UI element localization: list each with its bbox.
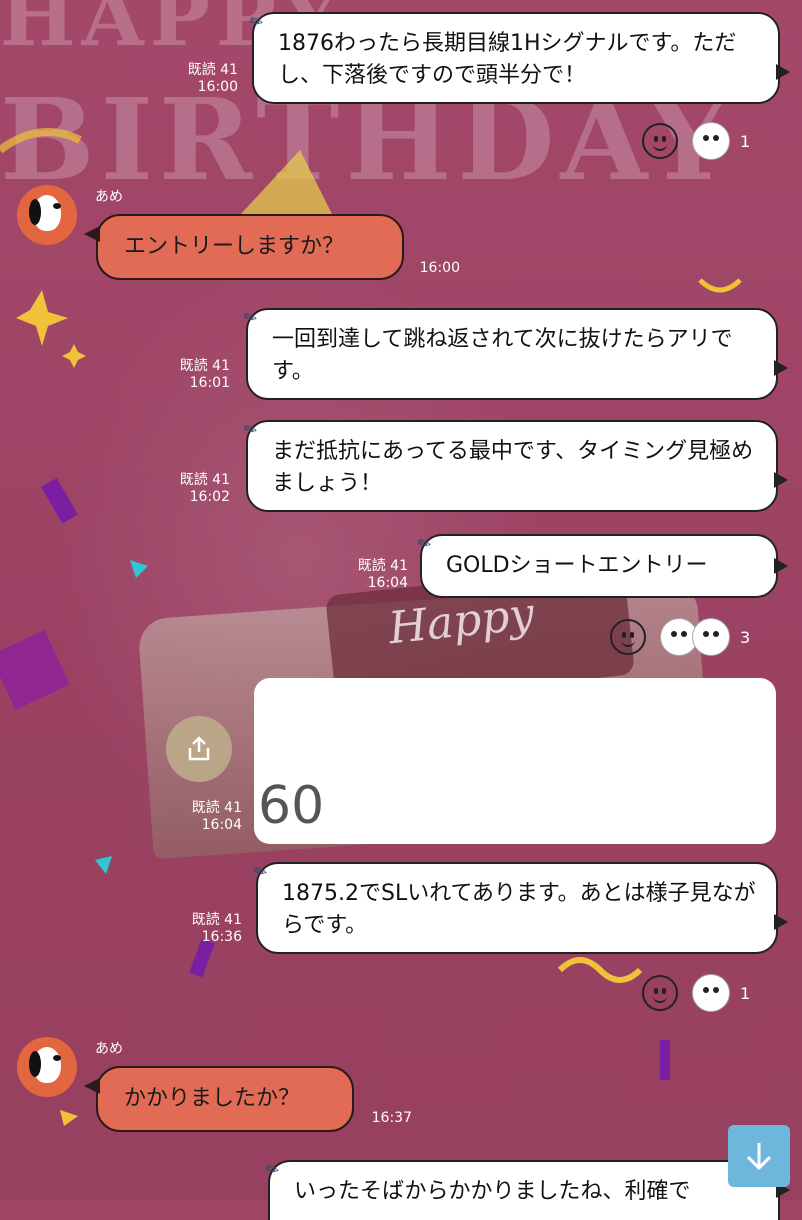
read-count-label: 既読 41 [357,558,408,574]
message-text: 1876わったら長期目線1Hシグナルです。ただし、下落後ですので頭半分で！ [278,31,737,88]
message-text: エントリーしますか？ [124,234,345,259]
message-timestamp: 16:04 [367,575,408,591]
message-read-status: 既読 41 16:00 [178,62,238,96]
message-text: まだ抵抗にあってる最中です、タイミング見極めましょう！ [272,439,754,496]
scroll-to-bottom-button[interactable] [728,1125,790,1187]
sent-message-bubble[interactable]: ✎ まだ抵抗にあってる最中です、タイミング見極めましょう！ [240,418,788,512]
share-icon [188,736,210,761]
read-count-label: 既読 41 [179,358,230,374]
message-read-status: 既読 41 16:01 [170,358,230,392]
message-text: 1875.2でSLいれてあります。あとは様子見ながらです。 [282,881,756,938]
share-button[interactable] [166,716,232,782]
thumbs-up-character-icon [692,974,730,1012]
avatar[interactable] [17,1037,77,1097]
reaction-count: 1 [740,131,751,151]
reaction-row[interactable]: 1 [642,974,750,1012]
sender-name: あめ [95,189,123,205]
avatar[interactable] [17,185,77,245]
read-count-label: 既読 41 [191,912,242,928]
message-timestamp: 16:37 [371,1110,412,1126]
read-count-label: 既読 41 [187,62,238,78]
message-timestamp: 16:36 [201,929,242,945]
confetti-decoration [0,128,742,1126]
reaction-row[interactable]: 3 [610,618,750,656]
message-timestamp: 16:04 [201,817,242,833]
message-text: かかりましたか？ [124,1086,301,1111]
thumbs-up-character-icon [692,618,730,656]
message-text: 一回到達して跳ね返されて次に抜けたらアリです。 [272,327,733,384]
sent-message-bubble[interactable]: ✎ GOLDショートエントリー [414,532,788,598]
smile-reaction-icon[interactable] [610,619,646,655]
image-preview-text: 60 [258,776,325,836]
reaction-row[interactable]: 1 [642,122,750,160]
thumbs-up-character-icon [692,122,730,160]
message-text: いったそばからかかりましたね、利確で [294,1179,691,1204]
sent-message-bubble[interactable]: ✎ 1875.2でSLいれてあります。あとは様子見ながらです。 [250,860,788,954]
image-message[interactable]: 60 [254,678,776,844]
sent-message-bubble[interactable]: ✎ 一回到達して跳ね返されて次に抜けたらアリです。 [240,306,788,400]
received-message-bubble[interactable]: かかりましたか？ [84,1066,354,1132]
sent-message-bubble[interactable]: ✎ いったそばからかかりましたね、利確で [262,1158,790,1220]
message-timestamp: 16:01 [189,375,230,391]
message-read-status: 既読 41 16:36 [180,912,242,946]
read-count-label: 既読 41 [179,472,230,488]
message-text: GOLDショートエントリー [446,553,708,578]
received-message-bubble[interactable]: エントリーしますか？ [84,214,404,280]
sent-message-bubble[interactable]: ✎ 1876わったら長期目線1Hシグナルです。ただし、下落後ですので頭半分で！ [246,10,790,104]
smile-reaction-icon[interactable] [642,123,678,159]
read-count-label: 既読 41 [191,800,242,816]
message-timestamp: 16:00 [419,260,460,276]
reaction-count: 3 [740,627,751,647]
reaction-count: 1 [740,983,751,1003]
arrow-down-icon [746,1143,772,1171]
message-timestamp: 16:02 [189,489,230,505]
message-read-status: 既読 41 16:04 [348,558,408,592]
message-read-status: 既読 41 16:04 [180,800,242,834]
message-read-status: 既読 41 16:02 [170,472,230,506]
message-timestamp: 16:00 [197,79,238,95]
sender-name: あめ [95,1041,123,1057]
smile-reaction-icon[interactable] [642,975,678,1011]
chat-background: HAPPY BIRTHDAY Happy [0,0,802,1200]
